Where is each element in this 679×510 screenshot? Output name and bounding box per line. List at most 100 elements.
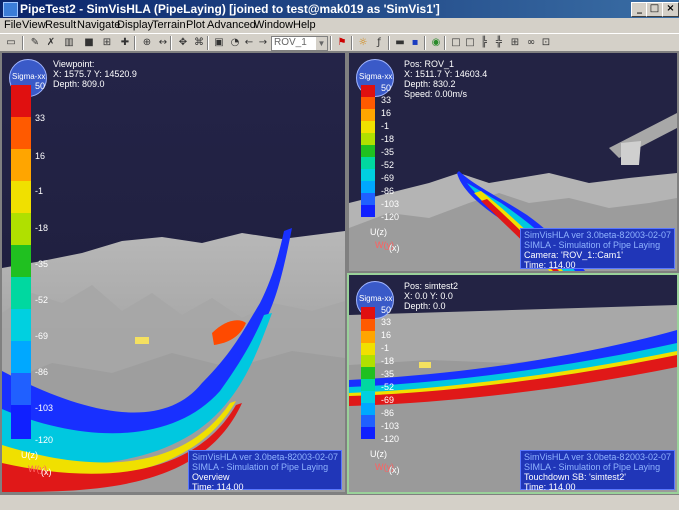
scale-label: -69: [35, 331, 49, 341]
scale-label: -1: [381, 343, 390, 353]
sun-icon[interactable]: ☼: [356, 36, 370, 49]
info-app: SimVisHLA ver 3.0beta-8: [524, 230, 625, 240]
rov-pos: Pos: ROV_1: [404, 59, 455, 69]
info-camera: Camera: 'ROV_1::Cam1': [524, 250, 623, 260]
chevron-down-icon[interactable]: ▼: [316, 37, 327, 50]
title-bar: PipeTest2 - SimVisHLA (PipeLaying) [join…: [0, 0, 679, 18]
split-icon[interactable]: ⊡: [539, 36, 553, 49]
scale-label: -1: [35, 186, 44, 196]
scale-label: -69: [381, 395, 395, 405]
maximize-button[interactable]: □: [646, 2, 663, 17]
touchdown-viewport[interactable]: Sigma-xx Pos: simtest2 X: 0.0 Y: 0.0 Dep…: [347, 273, 679, 494]
viewpoint-xy: X: 1575.7 Y: 14520.9: [53, 69, 137, 79]
scale-label: -103: [381, 199, 400, 209]
info-sim: SIMLA - Simulation of Pipe Laying: [192, 462, 329, 472]
menu-window[interactable]: Window: [254, 19, 293, 31]
axis-x-label: (x): [389, 243, 400, 253]
menu-view[interactable]: View: [22, 19, 46, 31]
info-time: Time: 114.00: [524, 482, 576, 492]
fx-icon[interactable]: ƒ: [372, 36, 386, 49]
globe-icon[interactable]: ◉: [429, 36, 443, 49]
touchdown-depth: Depth: 0.0: [404, 301, 446, 311]
back-icon[interactable]: ←: [242, 36, 256, 49]
menu-help[interactable]: Help: [293, 19, 316, 31]
layout4-icon[interactable]: ╬: [492, 36, 506, 49]
viewpoint-info: Viewpoint: X: 1575.7 Y: 14520.9 Depth: 8…: [53, 59, 137, 89]
scale-label: 50: [381, 305, 392, 315]
touchdown-info: Pos: simtest2 X: 0.0 Y: 0.0 Depth: 0.0: [404, 281, 458, 311]
scale-label: 16: [381, 330, 392, 340]
car-icon[interactable]: ▣: [212, 36, 226, 49]
info-time: Time: 114.00: [524, 260, 576, 270]
close-button[interactable]: ×: [662, 2, 679, 17]
menu-bar: File View Result Navigate Display Terrai…: [0, 18, 679, 33]
nav-icon[interactable]: ✚: [118, 36, 132, 49]
scale-label: -86: [35, 367, 49, 377]
scale-label: -103: [35, 403, 54, 413]
scale-label: -69: [381, 173, 395, 183]
scale-label: -35: [381, 147, 395, 157]
menu-file[interactable]: File: [4, 19, 22, 31]
open-icon[interactable]: ▭: [4, 36, 18, 49]
scale-label: -86: [381, 186, 395, 196]
menu-display[interactable]: Display: [117, 19, 153, 31]
scale-label: -35: [35, 259, 49, 269]
cube-icon[interactable]: ■: [82, 36, 96, 49]
color-scale-bar: [11, 85, 31, 439]
record-icon[interactable]: ▬: [393, 36, 407, 49]
scale-label: 33: [381, 317, 392, 327]
pan-icon[interactable]: ↔: [156, 36, 170, 49]
zoom-icon[interactable]: ⊕: [140, 36, 154, 49]
scale-label: -35: [381, 369, 395, 379]
info-app: SimVisHLA ver 3.0beta-8: [524, 452, 625, 462]
scale-label: -120: [35, 435, 54, 445]
info-time: Time: 114.00: [192, 482, 244, 492]
wrench-icon[interactable]: ✗: [44, 36, 58, 49]
move-icon[interactable]: ⊞: [100, 36, 114, 49]
pin-icon[interactable]: ◔: [228, 36, 242, 49]
menu-plot[interactable]: Plot: [186, 19, 205, 31]
info-app: SimVisHLA ver 3.0beta-8: [192, 452, 293, 462]
scale-label: -86: [381, 408, 395, 418]
glasses-icon[interactable]: ∞: [524, 36, 538, 49]
color-scale-bar: [361, 85, 375, 217]
main-viewport[interactable]: Viewpoint: X: 1575.7 Y: 14520.9 Depth: 8…: [0, 51, 347, 494]
menu-navigate[interactable]: Navigate: [77, 19, 120, 31]
bars-icon[interactable]: ▥: [62, 36, 76, 49]
compass-label: Sigma-xx: [359, 294, 393, 303]
rov-viewport[interactable]: Sigma-xx Pos: ROV_1 X: 1511.7 Y: 14603.4…: [347, 51, 679, 273]
scale-label: -18: [381, 134, 395, 144]
scale-label: -18: [35, 223, 49, 233]
layout1-icon[interactable]: □: [449, 36, 463, 49]
window-title: PipeTest2 - SimVisHLA (PipeLaying) [join…: [20, 2, 440, 16]
info-camera: Overview: [192, 472, 230, 482]
color-scale-bar: [361, 307, 375, 439]
menu-advanced[interactable]: Advanced: [207, 19, 256, 31]
scale-label: 50: [381, 83, 392, 93]
camera-icon[interactable]: ⌘: [192, 36, 206, 49]
menu-result[interactable]: Result: [45, 19, 76, 31]
info-camera: Touchdown SB: 'simtest2': [524, 472, 626, 482]
info-date: 2003-02-07: [624, 230, 671, 240]
layout2-icon[interactable]: □: [463, 36, 477, 49]
select-icon[interactable]: ✥: [176, 36, 190, 49]
touchdown-info-box: SimVisHLA ver 3.0beta-8 2003-02-07 SIMLA …: [520, 450, 675, 492]
flag-icon[interactable]: ⚑: [335, 36, 349, 49]
forward-icon[interactable]: →: [256, 36, 270, 49]
save-icon[interactable]: ▪: [408, 36, 422, 49]
info-date: 2003-02-07: [624, 452, 671, 462]
rov-depth: Depth: 830.2: [404, 79, 456, 89]
rov-info-box: SimVisHLA ver 3.0beta-8 2003-02-07 SIMLA …: [520, 228, 675, 270]
camera-select[interactable]: ROV_1 ▼: [271, 36, 328, 51]
scale-label: 50: [35, 81, 46, 91]
grid-icon[interactable]: ⊞: [508, 36, 522, 49]
app-icon[interactable]: [3, 2, 18, 17]
scale-label: 16: [381, 108, 392, 118]
axis-x-label: (x): [389, 465, 400, 475]
scale-label: -52: [381, 382, 395, 392]
tools-icon[interactable]: ✎: [28, 36, 42, 49]
menu-terrain[interactable]: Terrain: [152, 19, 186, 31]
toolbar: ▭ ✎ ✗ ▥ ■ ⊞ ✚ ⊕ ↔ ✥ ⌘ ▣ ◔ ← → ROV_1 ▼ ⚑ …: [0, 33, 679, 53]
axis-z-label: U(z): [370, 449, 387, 459]
layout3-icon[interactable]: ╠: [477, 36, 491, 49]
